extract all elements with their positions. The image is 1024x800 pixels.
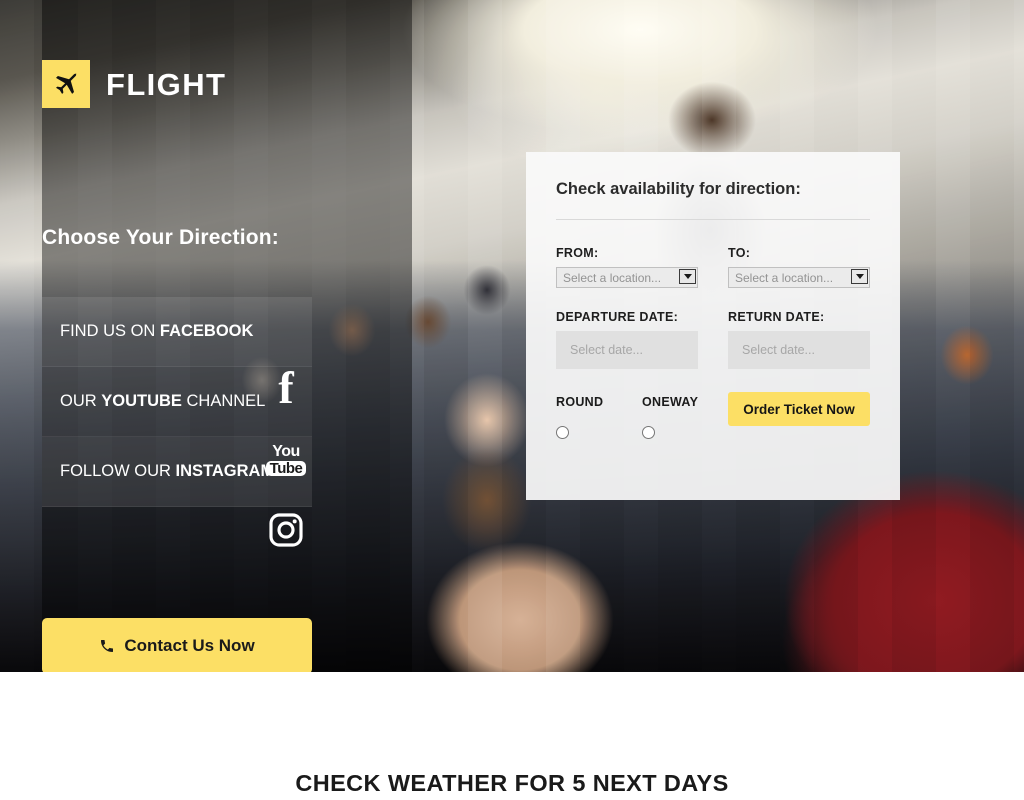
- grid-spacer: [698, 246, 728, 267]
- weather-section-heading: CHECK WEATHER FOR 5 NEXT DAYS: [295, 770, 729, 796]
- social-icon-stack: f You Tube: [262, 355, 310, 565]
- trip-type-radio-round-cell: [556, 426, 642, 444]
- contact-us-button[interactable]: Contact Us Now: [42, 618, 312, 672]
- instagram-icon[interactable]: [262, 495, 310, 565]
- from-label: FROM:: [556, 246, 599, 260]
- panel-divider: [556, 219, 870, 220]
- hero-headline: Choose Your Direction:: [42, 226, 279, 249]
- trip-type-radio-round[interactable]: [556, 426, 569, 439]
- return-date-label: RETURN DATE:: [728, 310, 825, 324]
- trip-type-label-round: ROUND: [556, 395, 604, 409]
- to-select[interactable]: Select a location...: [728, 267, 870, 288]
- brand-logo[interactable]: FLIGHT: [42, 60, 226, 108]
- brand-name: FLIGHT: [106, 66, 227, 102]
- booking-fields-grid: FROM: TO: Select a location... Select a …: [556, 246, 870, 395]
- grid-spacer: [698, 331, 728, 395]
- chevron-down-icon[interactable]: [679, 269, 696, 284]
- phone-icon: [99, 638, 115, 654]
- trip-type-row: ROUND ONEWAY Order Ticket Now: [556, 392, 870, 444]
- contact-us-button-label: Contact Us Now: [124, 636, 255, 655]
- trip-type-radio-oneway-cell: [642, 426, 728, 444]
- to-select-value: Select a location...: [735, 270, 834, 285]
- trip-type-radio-oneway[interactable]: [642, 426, 655, 439]
- hero-section: FLIGHT Choose Your Direction: FIND US ON…: [0, 0, 1024, 672]
- return-date-input[interactable]: [728, 331, 870, 369]
- facebook-icon[interactable]: f: [262, 355, 310, 425]
- weather-section: CHECK WEATHER FOR 5 NEXT DAYS: [0, 672, 1024, 800]
- grid-spacer: [698, 267, 728, 310]
- from-select[interactable]: Select a location...: [556, 267, 698, 288]
- trip-type-label-oneway: ONEWAY: [642, 395, 699, 409]
- social-link-label: OUR YOUTUBE CHANNEL: [60, 392, 266, 410]
- social-link-label: FOLLOW OUR INSTAGRAM: [60, 462, 275, 480]
- booking-panel-title: Check availability for direction:: [556, 180, 801, 198]
- booking-panel: Check availability for direction: FROM: …: [526, 152, 900, 500]
- social-link-label: FIND US ON FACEBOOK: [60, 322, 254, 340]
- airplane-icon: [42, 60, 90, 108]
- chevron-down-icon[interactable]: [851, 269, 868, 284]
- youtube-icon-bottom: Tube: [265, 461, 307, 476]
- departure-date-input[interactable]: [556, 331, 698, 369]
- youtube-icon-top: You: [272, 443, 300, 460]
- departure-date-label: DEPARTURE DATE:: [556, 310, 679, 324]
- grid-spacer: [698, 310, 728, 331]
- from-select-value: Select a location...: [563, 270, 662, 285]
- youtube-icon[interactable]: You Tube: [262, 425, 310, 495]
- to-label: TO:: [728, 246, 751, 260]
- order-ticket-button[interactable]: Order Ticket Now: [728, 392, 870, 426]
